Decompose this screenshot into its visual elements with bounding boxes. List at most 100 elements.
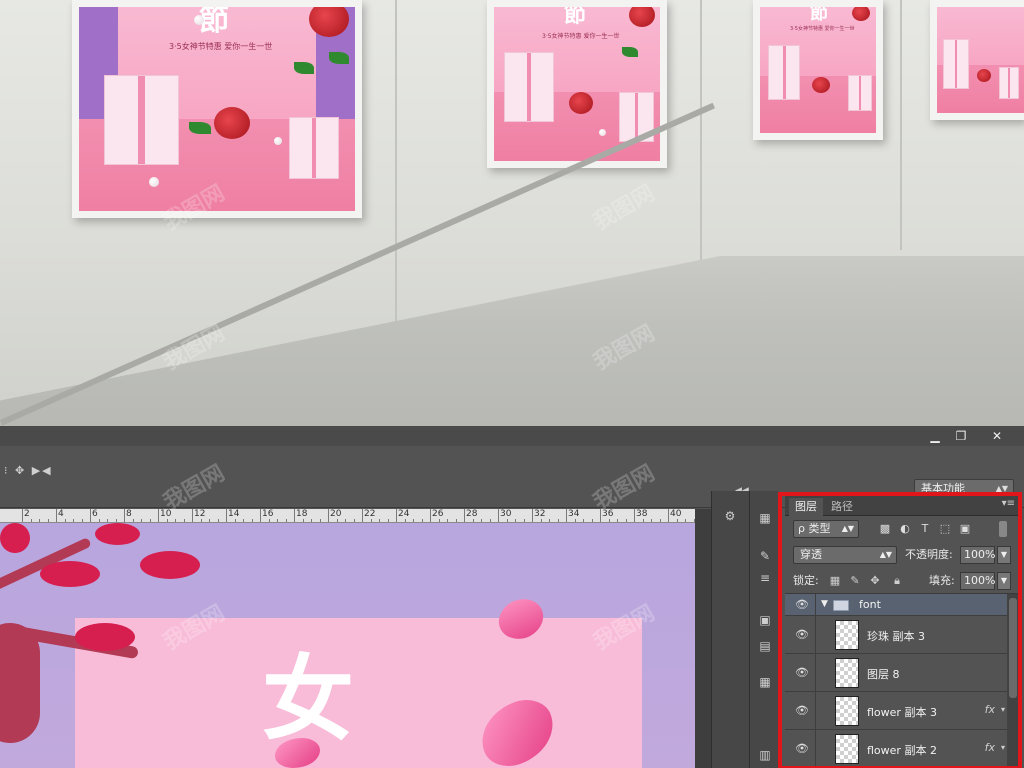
layer-name: 珍珠 副本 3 (867, 630, 925, 643)
canvas-scrollbar[interactable] (695, 509, 711, 768)
ruler-number: 32 (534, 509, 546, 519)
adjustments-icon[interactable]: ≡ (755, 569, 775, 587)
layer-name: font (859, 598, 881, 611)
gift-box (504, 52, 554, 122)
ruler-number: 10 (160, 509, 172, 519)
collapsed-panel-dock-2: ▦ ✎ ≡ ▣ ▤ ▦ ▥ ▤ (749, 491, 779, 768)
poster-frame-2: 節 3·5女神节特惠 爱你一生一世 (487, 0, 667, 168)
panel-menu-icon[interactable]: ▾≡ (1002, 498, 1015, 509)
layer-filter-select[interactable]: ρ 类型 ▲▼ (793, 520, 859, 538)
pixel-filter-icon[interactable]: ▩ (877, 521, 893, 537)
folder-icon (833, 600, 849, 611)
history-icon[interactable]: ▥ (755, 746, 775, 764)
tree-foliage (40, 561, 100, 587)
tree-foliage (95, 523, 140, 545)
opacity-input[interactable]: 100% (960, 546, 995, 564)
swatches-icon[interactable]: ▤ (755, 637, 775, 655)
tab-paths[interactable]: 路径 (825, 498, 859, 516)
lock-all-icon[interactable]: 🔒︎ (889, 573, 905, 589)
floor (0, 256, 1024, 426)
poster-1: 節 3·5女神节特惠 爱你一生一世 (79, 7, 355, 211)
gift-box (943, 39, 969, 89)
info-icon[interactable]: ▦ (755, 673, 775, 691)
eye-icon[interactable]: 👁︎ (791, 616, 813, 653)
gift-box (999, 67, 1019, 99)
layer-row[interactable]: 👁︎ flower 副本 3 fx ▾ (785, 692, 1007, 730)
eye-icon[interactable]: 👁︎ (791, 654, 813, 691)
effects-toggle-icon[interactable]: ▾ (1001, 705, 1005, 714)
document-canvas[interactable]: 女 (0, 523, 695, 768)
tree-foliage (75, 623, 135, 651)
ruler-number: 16 (262, 509, 274, 519)
ruler-number: 4 (58, 509, 64, 519)
leaf (294, 62, 314, 74)
layer-name: 图层 8 (867, 668, 900, 681)
smart-object-filter-icon[interactable]: ▣ (957, 521, 973, 537)
wall-seam (395, 0, 397, 330)
layers-panel-tabs: 图层 路径 ▾≡ (785, 496, 1019, 516)
brush-icon[interactable]: ✎ (755, 547, 775, 565)
pearl (274, 137, 282, 145)
filter-toggle[interactable] (999, 521, 1007, 537)
title-bar: ▁ ❐ ✕ (0, 426, 1024, 446)
poster-subtitle: 3·5女神节特惠 爱你一生一世 (169, 42, 273, 51)
rose (977, 69, 991, 82)
lock-position-icon[interactable]: ✥ (867, 573, 883, 589)
fx-icon[interactable]: fx (985, 741, 995, 754)
eye-icon[interactable]: 👁︎ (791, 594, 813, 615)
layer-list-scrollbar[interactable] (1007, 594, 1019, 768)
tree-foliage (140, 551, 200, 579)
ruler-number: 30 (500, 509, 512, 519)
tree-trunk (0, 623, 40, 743)
rose (214, 107, 250, 139)
gift-box (289, 117, 339, 179)
lock-transparent-icon[interactable]: ▦ (827, 573, 843, 589)
eye-icon[interactable]: 👁︎ (791, 692, 813, 729)
canvas-big-character: 女 (262, 645, 355, 753)
layer-row[interactable]: 👁︎ flower 副本 2 fx ▾ (785, 730, 1007, 768)
pearl (599, 129, 606, 136)
blend-mode-select[interactable]: 穿透 ▲▼ (793, 546, 897, 564)
restore-button[interactable]: ❐ (948, 428, 974, 444)
ruler-number: 24 (398, 509, 410, 519)
layer-list: 👁︎ ▼ font 👁︎ 珍珠 副本 3 👁︎ 图层 8 👁︎ flower 副… (785, 594, 1007, 768)
disclosure-triangle-icon[interactable]: ▼ (821, 599, 828, 609)
lock-row: 锁定: ▦ ✎ ✥ 🔒︎ 填充: 100% ▼ (785, 568, 1019, 594)
tree-foliage (0, 523, 30, 553)
effects-toggle-icon[interactable]: ▾ (1001, 743, 1005, 752)
ruler-number: 20 (330, 509, 342, 519)
eye-icon[interactable]: 👁︎ (791, 730, 813, 767)
navigator-icon[interactable]: ⚙ (720, 507, 740, 525)
layer-row-group[interactable]: 👁︎ ▼ font (785, 594, 1007, 616)
fill-input[interactable]: 100% (960, 572, 995, 590)
type-filter-icon[interactable]: T (917, 521, 933, 537)
layer-row[interactable]: 👁︎ 图层 8 (785, 654, 1007, 692)
styles-icon[interactable]: ▣ (755, 611, 775, 629)
poster-mockup-photo: 節 3·5女神节特惠 爱你一生一世 節 3·5女神节特惠 爱你一生一世 節 3·… (0, 0, 1024, 426)
ruler-number: 6 (92, 509, 98, 519)
fx-icon[interactable]: fx (985, 703, 995, 716)
tab-layers[interactable]: 图层 (789, 498, 823, 516)
poster-frame-1: 節 3·5女神节特惠 爱你一生一世 (72, 0, 362, 218)
gift-box (104, 75, 179, 165)
adjustment-filter-icon[interactable]: ◐ (897, 521, 913, 537)
poster-frame-4 (930, 0, 1024, 120)
layer-name: flower 副本 2 (867, 744, 937, 757)
lock-pixels-icon[interactable]: ✎ (847, 573, 863, 589)
ruler-number: 14 (228, 509, 240, 519)
transform-controls-icon[interactable]: ⁝ ✥ ▶◀ (4, 464, 53, 477)
ruler-number: 40 (670, 509, 682, 519)
layer-row[interactable]: 👁︎ 珍珠 副本 3 (785, 616, 1007, 654)
ruler-number: 36 (602, 509, 614, 519)
minimize-button[interactable]: ▁ (922, 428, 948, 444)
photoshop-window: ▁ ❐ ✕ ⁝ ✥ ▶◀ 基本功能 ▲▼ 2 4 6 8 10 12 14 16 18 20 22 2… (0, 426, 1024, 768)
opacity-label: 不透明度: (905, 548, 953, 561)
color-icon[interactable]: ▦ (755, 509, 775, 527)
collapsed-panel-dock-1: ⚙ (711, 491, 749, 768)
ruler-number: 38 (636, 509, 648, 519)
leaf (622, 47, 638, 57)
close-button[interactable]: ✕ (984, 428, 1010, 444)
opacity-dropdown[interactable]: ▼ (997, 546, 1011, 564)
shape-filter-icon[interactable]: ⬚ (937, 521, 953, 537)
fill-dropdown[interactable]: ▼ (997, 572, 1011, 590)
